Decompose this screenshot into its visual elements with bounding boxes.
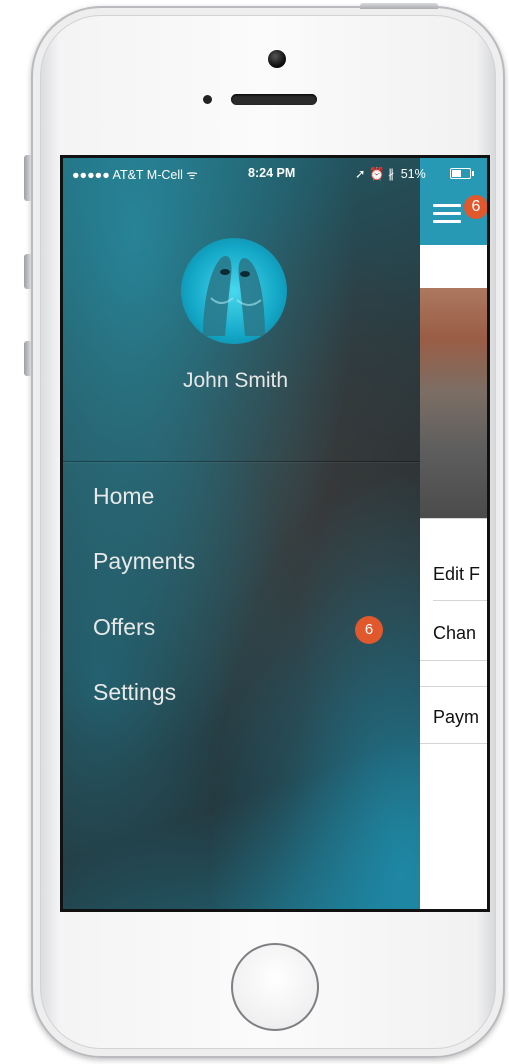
user-name: John Smith	[182, 369, 289, 392]
side-drawer: John Smith Home Payments Offers 6 Settin…	[63, 158, 420, 909]
phone-screen: John Smith Home Payments Offers 6 Settin…	[60, 155, 490, 912]
home-button[interactable]	[231, 943, 319, 1031]
divider	[420, 743, 487, 744]
volume-up-button	[24, 254, 31, 289]
battery-fill	[452, 170, 461, 177]
avatar[interactable]	[181, 238, 287, 344]
status-time: 8:24 PM	[248, 166, 296, 180]
divider	[63, 461, 420, 462]
dolphins-photo-icon	[203, 256, 265, 336]
divider	[433, 600, 487, 601]
row-payment[interactable]: Paym	[433, 707, 479, 728]
status-bar: ●●●●● AT&T M-Cell ᯤ 8:24 PM ➚ ⏰ ∦ 51%	[63, 158, 487, 188]
mute-switch	[24, 155, 31, 201]
carrier-label: ●●●●● AT&T M-Cell	[72, 168, 183, 182]
menu-badge: 6	[464, 195, 487, 219]
status-indicators-icon: ➚ ⏰ ∦	[355, 167, 395, 181]
earpiece-speaker	[231, 94, 317, 105]
divider	[420, 518, 487, 519]
battery-percent: 51%	[400, 167, 426, 181]
power-button	[360, 3, 438, 9]
row-edit-profile[interactable]: Edit F	[433, 564, 480, 585]
row-change[interactable]: Chan	[433, 623, 476, 644]
status-left: ●●●●● AT&T M-Cell ᯤ	[72, 166, 198, 183]
proximity-sensor	[203, 95, 212, 104]
menu-item-home[interactable]: Home	[93, 483, 154, 510]
divider	[420, 660, 487, 661]
front-camera	[268, 50, 286, 68]
offers-badge: 6	[355, 616, 383, 644]
menu-item-payments[interactable]: Payments	[93, 548, 195, 575]
battery-icon	[450, 168, 474, 179]
volume-down-button	[24, 341, 31, 376]
menu-item-settings[interactable]: Settings	[93, 679, 176, 706]
menu-item-offers[interactable]: Offers	[93, 614, 155, 641]
battery-nub	[472, 171, 474, 176]
divider	[420, 686, 487, 687]
status-right: ➚ ⏰ ∦ 51%	[355, 166, 426, 182]
wifi-icon: ᯤ	[186, 168, 198, 182]
menu-icon[interactable]	[433, 204, 461, 226]
main-panel: 6 Edit F Chan Paym	[420, 158, 487, 909]
cover-image	[420, 288, 487, 518]
